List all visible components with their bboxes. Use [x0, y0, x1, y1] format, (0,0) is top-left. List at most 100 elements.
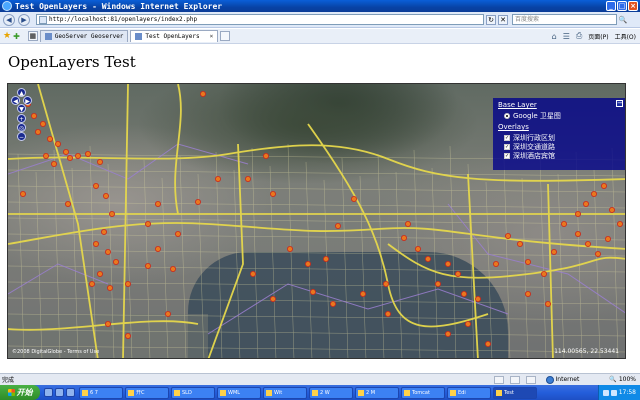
hotel-marker[interactable] — [19, 191, 26, 198]
overlay-option[interactable]: ✓ 深圳酒店宾馆 — [504, 151, 625, 160]
close-button[interactable]: × — [628, 1, 638, 11]
hotel-marker[interactable] — [244, 176, 251, 183]
feeds-button[interactable]: ☰ — [563, 32, 570, 41]
quick-launch-icon[interactable] — [66, 388, 75, 397]
hotel-marker[interactable] — [525, 290, 532, 297]
tray-icon[interactable] — [602, 389, 609, 396]
page-menu[interactable]: 页面(P) — [588, 32, 608, 41]
taskbar-button[interactable]: 6 7 — [79, 386, 123, 399]
hotel-marker[interactable] — [51, 161, 58, 168]
hotel-marker[interactable] — [382, 280, 389, 287]
checkbox[interactable]: ✓ — [504, 152, 510, 159]
hotel-marker[interactable] — [492, 260, 499, 267]
tab-geoserver[interactable]: GeoServer Geoserver — [39, 30, 129, 42]
hotel-marker[interactable] — [34, 129, 41, 136]
hotel-marker[interactable] — [460, 290, 467, 297]
hotel-marker[interactable] — [464, 320, 471, 327]
quick-tabs-button[interactable]: ▦ — [27, 31, 38, 41]
hotel-marker[interactable] — [322, 255, 329, 262]
hotel-marker[interactable] — [125, 280, 132, 287]
hotel-marker[interactable] — [93, 183, 100, 190]
stop-button[interactable]: ✕ — [498, 14, 508, 25]
hotel-marker[interactable] — [424, 255, 431, 262]
taskbar-button[interactable]: 2 M — [355, 386, 399, 399]
hotel-marker[interactable] — [65, 201, 72, 208]
hotel-marker[interactable] — [194, 199, 201, 206]
quick-launch-icon[interactable] — [55, 388, 64, 397]
hotel-marker[interactable] — [154, 201, 161, 208]
new-tab-button[interactable] — [220, 31, 231, 41]
hotel-marker[interactable] — [601, 183, 608, 190]
hotel-marker[interactable] — [63, 149, 70, 156]
hotel-marker[interactable] — [309, 288, 316, 295]
hotel-marker[interactable] — [174, 230, 181, 237]
hotel-marker[interactable] — [561, 220, 568, 227]
quick-launch-icon[interactable] — [44, 388, 53, 397]
hotel-marker[interactable] — [414, 245, 421, 252]
hotel-marker[interactable] — [444, 260, 451, 267]
hotel-marker[interactable] — [97, 159, 104, 166]
tray-icon[interactable] — [610, 389, 617, 396]
map-viewport[interactable]: ▲ ◀ ▶ ▼ + ◎ − − Base Layer Google 卫星图 Ov… — [7, 83, 626, 359]
tools-menu[interactable]: 工具(O) — [615, 32, 636, 41]
hotel-marker[interactable] — [113, 258, 120, 265]
search-icon[interactable]: 🔍 — [618, 15, 628, 25]
hotel-marker[interactable] — [525, 258, 532, 265]
minimize-button[interactable]: _ — [606, 1, 616, 11]
hotel-marker[interactable] — [40, 121, 47, 128]
hotel-marker[interactable] — [107, 284, 114, 291]
hotel-marker[interactable] — [164, 310, 171, 317]
taskbar-button[interactable]: Tomcat — [401, 386, 445, 399]
hotel-marker[interactable] — [404, 220, 411, 227]
taskbar-button[interactable]: Test — [493, 386, 537, 399]
zoom-world-button[interactable]: ◎ — [17, 123, 26, 132]
back-button[interactable]: ◀ — [3, 13, 15, 26]
add-favorite-icon[interactable]: ✚ — [13, 32, 20, 41]
hotel-marker[interactable] — [89, 280, 96, 287]
taskbar-button[interactable]: SLD — [171, 386, 215, 399]
hotel-marker[interactable] — [249, 270, 256, 277]
hotel-marker[interactable] — [551, 248, 558, 255]
hotel-marker[interactable] — [474, 295, 481, 302]
hotel-marker[interactable] — [591, 191, 598, 198]
hotel-marker[interactable] — [144, 262, 151, 269]
hotel-marker[interactable] — [199, 91, 206, 97]
hotel-marker[interactable] — [101, 228, 108, 235]
hotel-marker[interactable] — [334, 222, 341, 229]
base-layer-option[interactable]: Google 卫星图 — [504, 111, 625, 120]
hotel-marker[interactable] — [304, 260, 311, 267]
hotel-marker[interactable] — [109, 211, 116, 218]
hotel-marker[interactable] — [400, 234, 407, 241]
taskbar-button[interactable]: 2 W — [309, 386, 353, 399]
hotel-marker[interactable] — [575, 211, 582, 218]
hotel-marker[interactable] — [585, 240, 592, 247]
hotel-marker[interactable] — [359, 290, 366, 297]
hotel-marker[interactable] — [516, 240, 523, 247]
pan-right-button[interactable]: ▶ — [23, 96, 32, 105]
pan-down-button[interactable]: ▼ — [17, 104, 26, 113]
start-button[interactable]: 开始 — [0, 385, 40, 400]
tab-close-icon[interactable]: × — [210, 33, 214, 40]
search-input[interactable]: 百度搜索 — [512, 14, 617, 25]
hotel-marker[interactable] — [541, 270, 548, 277]
hotel-marker[interactable] — [454, 270, 461, 277]
taskbar-button[interactable]: WML — [217, 386, 261, 399]
radio-button[interactable] — [504, 112, 510, 119]
hotel-marker[interactable] — [214, 176, 221, 183]
hotel-marker[interactable] — [125, 332, 132, 339]
hotel-marker[interactable] — [154, 245, 161, 252]
hotel-marker[interactable] — [269, 295, 276, 302]
hotel-marker[interactable] — [262, 153, 269, 160]
hotel-marker[interactable] — [75, 153, 82, 160]
checkbox[interactable]: ✓ — [504, 143, 510, 150]
hotel-marker[interactable] — [545, 300, 552, 307]
hotel-marker[interactable] — [583, 201, 590, 208]
zoom-level[interactable]: 🔍 100% — [609, 376, 636, 383]
taskbar-button[interactable]: Edi — [447, 386, 491, 399]
hotel-marker[interactable] — [103, 193, 110, 200]
zoom-out-button[interactable]: − — [17, 132, 26, 141]
tab-test-openlayers[interactable]: Test OpenLayers × — [130, 30, 219, 42]
hotel-marker[interactable] — [484, 340, 491, 347]
print-button[interactable]: ⎙ — [576, 31, 582, 41]
layer-switcher-minimize-button[interactable]: − — [616, 100, 623, 107]
